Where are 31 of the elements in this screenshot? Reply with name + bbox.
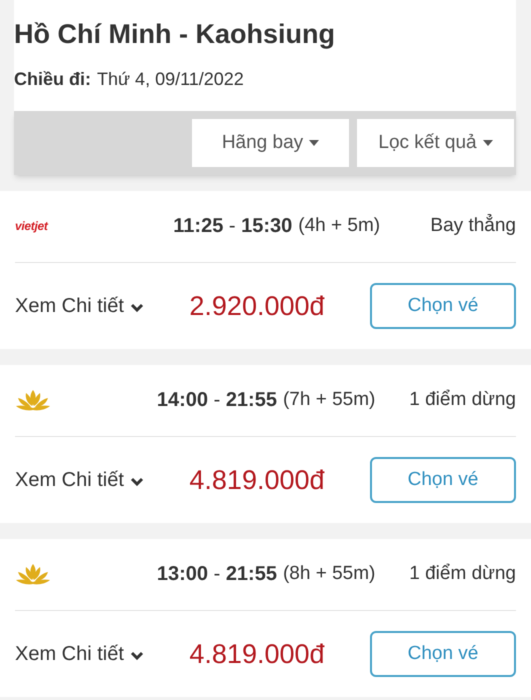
price: 4.819.000đ [188,464,326,496]
chevron-down-icon [130,476,144,487]
select-ticket-button[interactable]: Chọn vé [370,282,516,329]
details-toggle[interactable]: Xem Chi tiết [15,290,144,321]
price: 2.920.000đ [188,290,326,322]
caret-icon [309,140,320,146]
chevron-down-icon [130,302,144,313]
stops-label: 1 điểm dừng [409,388,516,412]
flight-times: 13:00 - 21:55 [156,562,277,588]
stops-label: Bay thẳng [430,213,516,238]
lotus-logo-icon [15,563,51,586]
airline-logo: vietjet [15,218,48,236]
select-ticket-button[interactable]: Chọn vé [370,456,516,503]
price: 4.819.000đ [188,638,326,670]
caret-icon [482,140,493,146]
route-title: Hồ Chí Minh - Kaohsiung [14,18,336,51]
flight-duration: (8h + 55m) [282,562,376,586]
filter-dropdown[interactable]: Hãng bay [192,118,349,167]
lotus-logo-icon [15,389,51,412]
date-label: Chiều đi: [14,68,91,91]
details-toggle[interactable]: Xem Chi tiết [15,638,144,669]
details-toggle[interactable]: Xem Chi tiết [15,464,144,495]
flight-duration: (4h + 5m) [298,214,380,238]
flight-duration: (7h + 55m) [282,388,376,412]
select-ticket-button[interactable]: Chọn vé [370,630,516,677]
flight-times: 14:00 - 21:55 [156,388,277,414]
chevron-down-icon [130,650,144,661]
stops-label: 1 điểm dừng [409,562,516,586]
filter-dropdown[interactable]: Lọc kết quả [357,118,514,167]
date-text: Thứ 4, 09/11/2022 [97,68,244,91]
flight-times: 11:25 - 15:30 [173,214,292,240]
